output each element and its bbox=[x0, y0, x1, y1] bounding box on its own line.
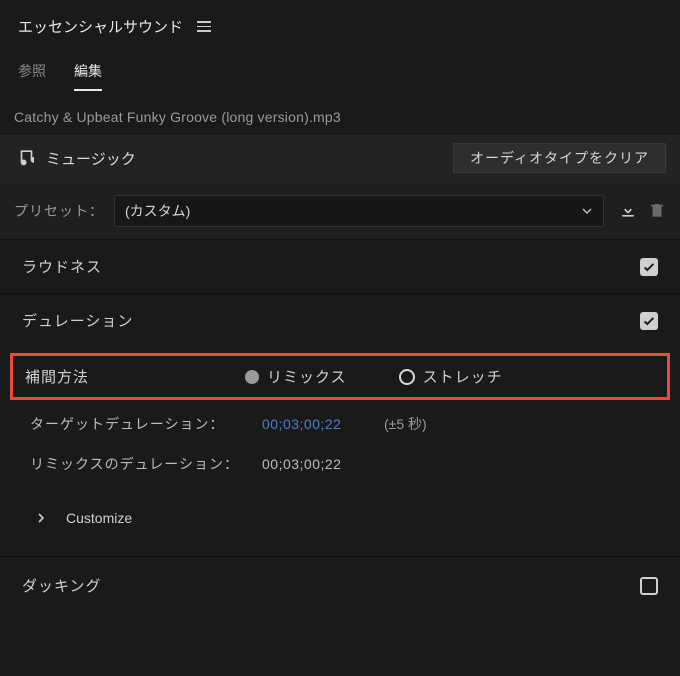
remix-duration-value: 00;03;00;22 bbox=[262, 456, 341, 472]
filename-label: Catchy & Upbeat Funky Groove (long versi… bbox=[0, 91, 680, 135]
radio-selected-icon bbox=[245, 370, 259, 384]
duration-checkbox[interactable] bbox=[640, 312, 658, 330]
loudness-checkbox[interactable] bbox=[640, 258, 658, 276]
checkmark-icon bbox=[642, 314, 656, 328]
ducking-section[interactable]: ダッキング bbox=[0, 556, 680, 614]
chevron-down-icon bbox=[581, 205, 593, 217]
duration-label: デュレーション bbox=[22, 310, 133, 331]
delete-preset-icon[interactable] bbox=[648, 200, 666, 223]
audiotype-row: ミュージック オーディオタイプをクリア bbox=[0, 135, 680, 183]
radio-stretch-label: ストレッチ bbox=[423, 366, 503, 387]
interpolation-row: 補間方法 リミックス ストレッチ bbox=[10, 353, 670, 400]
clear-audiotype-button[interactable]: オーディオタイプをクリア bbox=[453, 143, 666, 173]
radio-stretch[interactable]: ストレッチ bbox=[399, 366, 503, 387]
chevron-right-icon bbox=[36, 513, 46, 523]
ducking-checkbox[interactable] bbox=[640, 577, 658, 595]
duration-section[interactable]: デュレーション bbox=[0, 293, 680, 347]
radio-unselected-icon bbox=[399, 369, 415, 385]
preset-select[interactable]: (カスタム) bbox=[114, 195, 604, 227]
loudness-label: ラウドネス bbox=[22, 256, 102, 277]
save-preset-icon[interactable] bbox=[618, 200, 638, 223]
ducking-label: ダッキング bbox=[22, 575, 102, 596]
target-duration-row: ターゲットデュレーション： 00;03;00;22 (±5 秒) bbox=[0, 400, 680, 440]
preset-row: プリセット： (カスタム) bbox=[0, 183, 680, 239]
tab-browse[interactable]: 参照 bbox=[18, 61, 46, 91]
customize-row[interactable]: Customize bbox=[0, 480, 680, 556]
audiotype-label: ミュージック bbox=[46, 148, 136, 169]
loudness-section[interactable]: ラウドネス bbox=[0, 239, 680, 293]
preset-value: (カスタム) bbox=[125, 201, 190, 221]
preset-label: プリセット： bbox=[14, 201, 104, 221]
target-duration-hint: (±5 秒) bbox=[384, 414, 427, 434]
checkmark-icon bbox=[642, 260, 656, 274]
panel-menu-icon[interactable] bbox=[197, 21, 211, 32]
interpolation-radio-group: リミックス ストレッチ bbox=[245, 366, 503, 387]
target-duration-label: ターゲットデュレーション： bbox=[30, 414, 250, 434]
panel-header: エッセンシャルサウンド bbox=[0, 0, 680, 43]
remix-duration-label: リミックスのデュレーション： bbox=[30, 454, 250, 474]
remix-duration-row: リミックスのデュレーション： 00;03;00;22 bbox=[0, 440, 680, 480]
customize-label: Customize bbox=[66, 510, 132, 526]
tab-edit[interactable]: 編集 bbox=[74, 61, 102, 91]
essential-sound-panel: エッセンシャルサウンド 参照 編集 Catchy & Upbeat Funky … bbox=[0, 0, 680, 676]
target-duration-value[interactable]: 00;03;00;22 bbox=[262, 416, 372, 432]
panel-title: エッセンシャルサウンド bbox=[18, 16, 183, 37]
radio-remix-label: リミックス bbox=[267, 366, 347, 387]
radio-remix[interactable]: リミックス bbox=[245, 366, 347, 387]
tabs: 参照 編集 bbox=[0, 43, 680, 91]
music-note-icon bbox=[14, 147, 34, 170]
interpolation-label: 補間方法 bbox=[25, 366, 245, 387]
